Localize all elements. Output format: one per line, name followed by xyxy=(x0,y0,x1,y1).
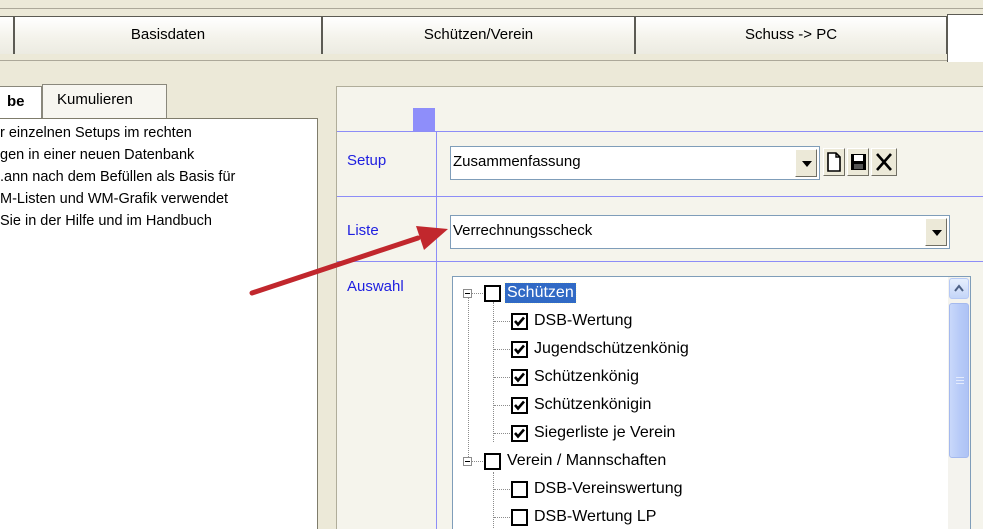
setup-combo[interactable]: Zusammenfassung xyxy=(450,146,820,180)
checkbox[interactable] xyxy=(484,453,501,470)
checkmark-icon xyxy=(514,372,525,383)
liste-dropdown-button[interactable] xyxy=(925,218,947,246)
new-document-icon xyxy=(827,152,841,172)
checkbox-checked[interactable] xyxy=(511,313,528,330)
tree-connector xyxy=(494,349,510,350)
tree-connector xyxy=(494,377,510,378)
checkbox[interactable] xyxy=(511,481,528,498)
tree-node-label: DSB-Wertung LP xyxy=(534,508,657,525)
main-tab-strip: Basisdaten Schützen/Verein Schuss -> PC xyxy=(0,0,983,62)
description-line: Sie in der Hilfe und im Handbuch xyxy=(0,213,212,229)
delete-x-icon xyxy=(876,153,892,171)
chevron-up-icon xyxy=(954,284,964,292)
tab-partial-left[interactable] xyxy=(0,16,14,54)
liste-combo[interactable]: Verrechnungsscheck xyxy=(450,215,950,249)
tab-basisdaten[interactable]: Basisdaten xyxy=(14,16,322,54)
subtab-partial[interactable]: be xyxy=(0,86,42,118)
tab-schuss-pc[interactable]: Schuss -> PC xyxy=(635,16,947,54)
new-setup-button[interactable] xyxy=(823,148,845,176)
grid-line xyxy=(337,196,983,197)
grid-line xyxy=(436,131,437,529)
tree-connector xyxy=(494,405,510,406)
chevron-down-icon xyxy=(932,230,942,236)
description-line: .ann nach dem Befüllen als Basis für xyxy=(0,169,236,185)
selection-tree[interactable]: Schützen DSB-Wertung Jugendschützenkönig… xyxy=(452,276,971,529)
tab-basisdaten-label: Basisdaten xyxy=(130,26,206,43)
left-panel: be Kumulieren r einzelnen Setups im rech… xyxy=(0,62,320,529)
checkbox[interactable] xyxy=(484,285,501,302)
save-disk-icon xyxy=(851,154,866,170)
setup-combo-value: Zusammenfassung xyxy=(453,153,581,170)
tree-node-label: Siegerliste je Verein xyxy=(534,424,676,441)
tab-schuss-pc-label: Schuss -> PC xyxy=(744,26,838,43)
liste-label: Liste xyxy=(347,222,379,239)
subtab-kumulieren[interactable]: Kumulieren xyxy=(42,84,167,118)
tree-node-label: DSB-Vereinswertung xyxy=(534,480,683,497)
checkbox-checked[interactable] xyxy=(511,369,528,386)
checkmark-icon xyxy=(514,316,525,327)
liste-combo-value: Verrechnungsscheck xyxy=(453,222,593,239)
tree-connector xyxy=(494,517,510,518)
tree-node-label: Verein / Mannschaften xyxy=(507,452,667,469)
setup-dropdown-button[interactable] xyxy=(795,149,817,177)
save-setup-button[interactable] xyxy=(847,148,869,176)
tab-partial-right[interactable] xyxy=(947,14,983,62)
collapse-icon[interactable] xyxy=(463,457,472,466)
tree-node-label: DSB-Wertung xyxy=(534,312,633,329)
delete-setup-button[interactable] xyxy=(871,148,897,176)
tab-schuetzen-verein-label: Schützen/Verein xyxy=(423,26,534,43)
grid-line xyxy=(337,261,983,262)
tree-node-label: Schützenkönigin xyxy=(534,396,652,413)
tree-node-label: Schützenkönig xyxy=(534,368,639,385)
tree-node-label: Jugendschützenkönig xyxy=(534,340,689,357)
description-text-box: r einzelnen Setups im rechten gen in ein… xyxy=(0,118,318,529)
collapse-icon[interactable] xyxy=(463,289,472,298)
scroll-up-button[interactable] xyxy=(949,278,969,299)
checkbox-checked[interactable] xyxy=(511,425,528,442)
setup-label: Setup xyxy=(347,152,387,169)
checkmark-icon xyxy=(514,344,525,355)
grid-line xyxy=(337,131,983,132)
tree-connector xyxy=(494,321,510,322)
checkmark-icon xyxy=(514,400,525,411)
checkbox-checked[interactable] xyxy=(511,397,528,414)
subtab-row: be Kumulieren xyxy=(0,84,320,118)
chevron-down-icon xyxy=(802,161,812,167)
subtab-kumulieren-label: Kumulieren xyxy=(57,91,133,108)
tree-connector xyxy=(468,297,469,457)
scroll-thumb[interactable] xyxy=(949,303,969,458)
description-line: r einzelnen Setups im rechten xyxy=(0,125,192,141)
description-line: M-Listen und WM-Grafik verwendet xyxy=(0,191,229,207)
tree-connector xyxy=(493,472,494,529)
tab-schuetzen-verein[interactable]: Schützen/Verein xyxy=(322,16,635,54)
tree-scrollbar[interactable] xyxy=(948,277,970,529)
tree-connector xyxy=(493,302,494,442)
grid-corner-marker xyxy=(413,108,435,131)
checkbox[interactable] xyxy=(511,509,528,526)
checkmark-icon xyxy=(514,428,525,439)
tree-connector xyxy=(494,433,510,434)
description-line: gen in einer neuen Datenbank xyxy=(0,147,195,163)
auswahl-label: Auswahl xyxy=(347,278,404,295)
tree-connector xyxy=(494,489,510,490)
checkbox-checked[interactable] xyxy=(511,341,528,358)
tree-node-label: Schützen xyxy=(504,282,577,304)
